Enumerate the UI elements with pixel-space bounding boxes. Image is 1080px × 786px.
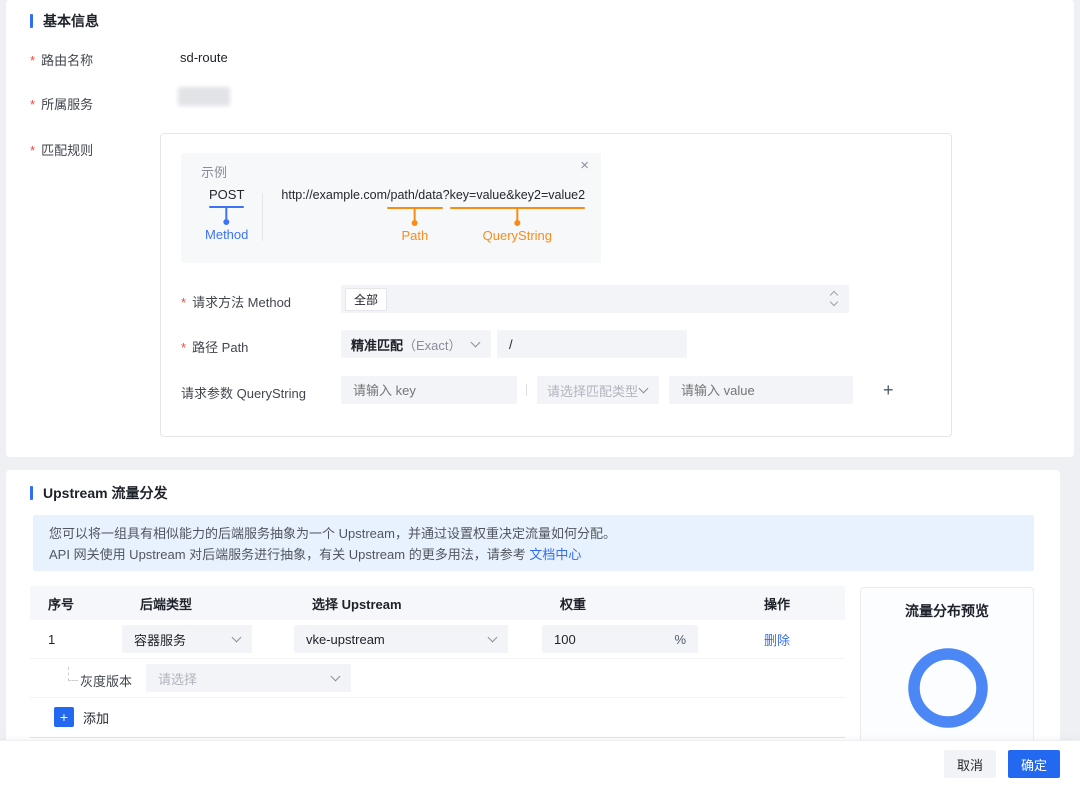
example-diagram: POST Method http://example.com /path/dat…	[205, 187, 586, 243]
path-match-type-value: 精准匹配	[351, 337, 404, 353]
url-query-segment: key=value&key2=value2 QueryString	[449, 188, 586, 243]
method-selected-tag: 全部	[345, 287, 388, 311]
path-dot-icon	[411, 220, 418, 226]
method-field-label: * 请求方法 Method	[181, 295, 292, 310]
required-asterisk: *	[30, 97, 36, 112]
querystring-field-label: 请求参数 QueryString	[181, 386, 306, 401]
upstream-card: Upstream 流量分发 您可以将一组具有相似能力的后端服务抽象为一个 Ups…	[6, 470, 1060, 786]
upstream-value: vke-upstream	[306, 631, 385, 647]
header-upstream: 选择 Upstream	[312, 596, 402, 612]
service-label: * 所属服务	[30, 97, 94, 112]
required-asterisk: *	[30, 53, 36, 68]
path-input[interactable]	[497, 330, 687, 358]
match-rule-label: * 匹配规则	[30, 143, 94, 158]
confirm-button[interactable]: 确定	[1007, 750, 1060, 778]
upstream-info-banner: 您可以将一组具有相似能力的后端服务抽象为一个 Upstream，并通过设置权重决…	[33, 515, 1034, 571]
weight-unit: %	[674, 631, 686, 647]
gray-release-row: 灰度版本 请选择	[30, 659, 845, 698]
method-marker-label: Method	[205, 227, 249, 242]
section-accent-bar	[30, 14, 33, 28]
route-form-page: 基本信息 * 路由名称 sd-route * 所属服务 * 匹配规则 示例 × POS…	[0, 0, 1080, 786]
basic-info-card: 基本信息 * 路由名称 sd-route * 所属服务 * 匹配规则 示例 × POS…	[6, 0, 1074, 457]
weight-input[interactable]	[542, 631, 675, 647]
table-row: 1 容器服务 vke-upstream %	[30, 620, 845, 659]
header-index: 序号	[48, 596, 75, 612]
add-row: + 添加	[30, 698, 845, 738]
gray-release-label: 灰度版本	[80, 674, 133, 689]
chevron-down-icon	[638, 383, 649, 394]
tree-connector	[68, 667, 78, 681]
match-rule-panel: 示例 × POST Method http://example.com /pat…	[160, 133, 952, 437]
add-upstream-button[interactable]: + 添加	[54, 707, 109, 727]
example-box: 示例 × POST Method http://example.com /pat…	[181, 153, 601, 263]
header-weight: 权重	[560, 596, 587, 612]
docs-center-link[interactable]: 文档中心	[529, 547, 581, 562]
upstream-select[interactable]: vke-upstream	[294, 625, 508, 653]
example-url: http://example.com /path/data Path ? key…	[281, 187, 586, 243]
banner-line2: API 网关使用 Upstream 对后端服务进行抽象，有关 Upstream …	[49, 547, 582, 562]
cancel-button[interactable]: 取消	[943, 750, 996, 778]
header-backend-type: 后端类型	[140, 596, 193, 612]
chevron-down-icon	[330, 671, 341, 682]
querystring-marker-label: QueryString	[482, 228, 553, 243]
delete-link[interactable]: 删除	[764, 633, 790, 648]
required-asterisk: *	[181, 295, 187, 310]
example-title: 示例	[201, 165, 228, 180]
basic-info-title: 基本信息	[30, 11, 99, 31]
section-title-text: Upstream 流量分发	[43, 485, 168, 501]
gray-release-select[interactable]: 请选择	[146, 664, 351, 692]
header-action: 操作	[764, 596, 791, 612]
service-value-redacted	[178, 87, 230, 106]
close-icon[interactable]: ×	[580, 158, 589, 174]
query-key-input[interactable]	[341, 376, 517, 404]
select-arrows-icon	[829, 290, 839, 307]
path-marker-label: Path	[401, 228, 429, 243]
url-separator: ?	[442, 188, 450, 202]
upstream-table: 序号 后端类型 选择 Upstream 权重 操作 1 容器服务 vke-ups…	[30, 586, 845, 738]
chevron-down-icon	[487, 632, 498, 643]
form-footer: 取消 确定	[0, 740, 1080, 786]
example-method-segment: POST Method	[205, 187, 249, 242]
example-divider	[262, 193, 264, 241]
url-path-segment: /path/data Path	[387, 188, 443, 243]
traffic-preview-title: 流量分布预览	[905, 603, 989, 619]
querystring-marker: QueryString	[483, 209, 552, 243]
route-name-value: sd-route	[180, 50, 228, 65]
chevron-down-icon	[231, 632, 242, 643]
section-accent-bar	[30, 486, 33, 500]
required-asterisk: *	[30, 143, 36, 158]
traffic-donut-chart	[908, 648, 988, 728]
path-match-type-en: （Exact）	[403, 337, 462, 353]
backend-type-value: 容器服务	[134, 632, 187, 648]
path-marker: Path	[401, 209, 428, 243]
weight-input-wrap: %	[542, 625, 698, 653]
required-asterisk: *	[181, 340, 187, 355]
row-index: 1	[48, 631, 56, 647]
querystring-dot-icon	[514, 220, 521, 226]
add-button-label: 添加	[83, 710, 110, 726]
query-match-type-placeholder: 请选择匹配类型	[547, 383, 639, 399]
method-dot-icon	[223, 219, 230, 225]
path-field-label: * 路径 Path	[181, 340, 249, 355]
route-name-label: * 路由名称	[30, 53, 94, 68]
query-value-input[interactable]	[669, 376, 853, 404]
add-query-param-icon[interactable]: +	[883, 381, 894, 399]
query-match-type-select[interactable]: 请选择匹配类型	[537, 376, 659, 404]
upstream-title: Upstream 流量分发	[30, 483, 167, 503]
method-select[interactable]: 全部	[341, 285, 849, 313]
backend-type-select[interactable]: 容器服务	[122, 625, 252, 653]
method-marker: Method	[205, 208, 248, 242]
section-title-text: 基本信息	[43, 13, 99, 29]
chevron-down-icon	[470, 337, 481, 348]
url-host-segment: http://example.com	[281, 188, 388, 202]
plus-icon: +	[54, 707, 74, 727]
table-header-row: 序号 后端类型 选择 Upstream 权重 操作	[30, 586, 845, 620]
path-match-type-select[interactable]: 精准匹配 （Exact）	[341, 330, 491, 358]
gray-release-placeholder: 请选择	[158, 671, 198, 687]
banner-line1: 您可以将一组具有相似能力的后端服务抽象为一个 Upstream，并通过设置权重决…	[49, 526, 616, 541]
query-divider	[526, 384, 527, 396]
